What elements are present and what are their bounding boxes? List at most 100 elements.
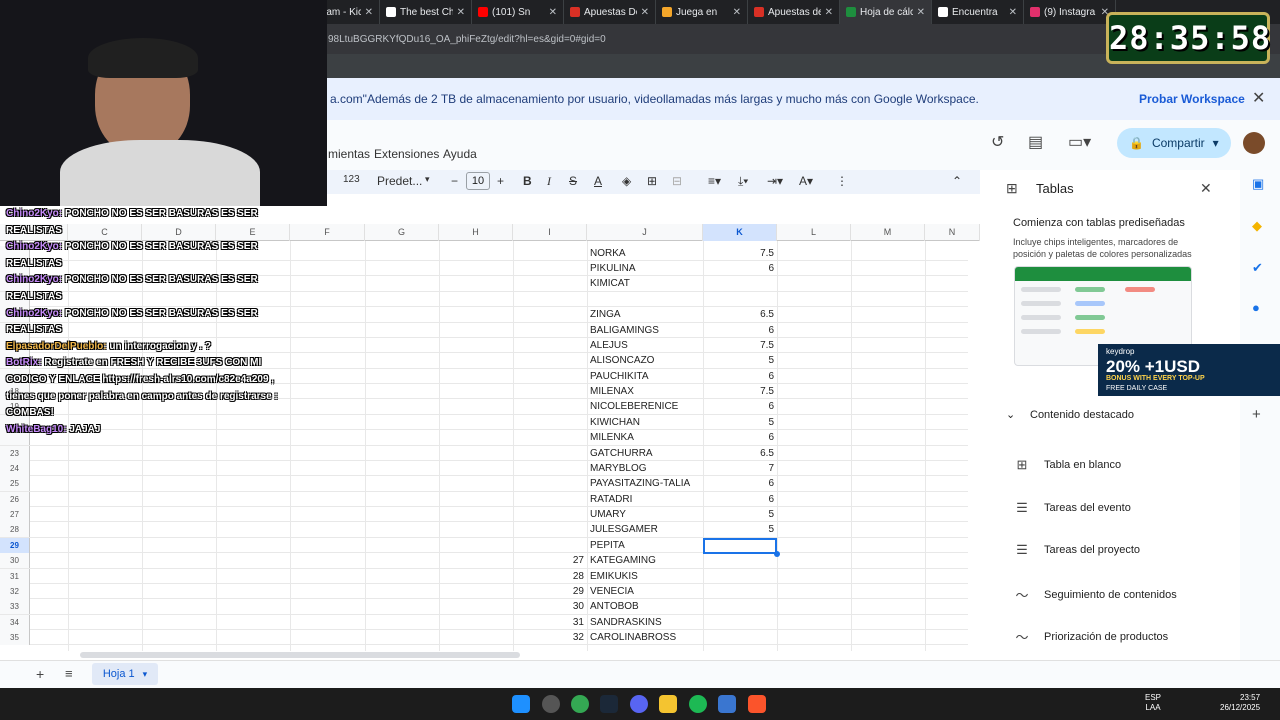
cell-name[interactable]: KATEGAMING (590, 553, 702, 568)
row-number[interactable]: 23 (0, 445, 30, 461)
row-number[interactable]: 34 (0, 614, 30, 630)
cell-name[interactable]: UMARY (590, 507, 702, 522)
cell-name[interactable]: ANTOBOB (590, 599, 702, 614)
row-number[interactable]: 27 (0, 507, 30, 523)
cell-score[interactable]: 7.5 (703, 384, 777, 399)
all-sheets-icon[interactable]: ≡ (65, 666, 73, 681)
font-size-input[interactable]: 10 (466, 172, 490, 190)
cell-name[interactable]: RATADRI (590, 492, 702, 507)
history-icon[interactable]: ↺ (991, 132, 1004, 152)
calendar-icon[interactable]: ▣ (1252, 176, 1264, 192)
cell-name[interactable]: KIWICHAN (590, 415, 702, 430)
cell-name[interactable]: ZINGA (590, 307, 702, 322)
cell-name[interactable]: PAYASITAZING-TALIA (590, 476, 702, 491)
column-header[interactable]: G (365, 224, 439, 241)
browser-tab[interactable]: (9) Instagra ✕ (1024, 0, 1116, 24)
cell-score[interactable]: 7 (703, 461, 777, 476)
cell-score[interactable]: 6 (703, 369, 777, 384)
close-tab-icon[interactable]: ✕ (641, 7, 649, 18)
template-content-tracking[interactable]: 〜 Seguimiento de contenidos (1014, 585, 1176, 604)
table-row[interactable]: 26 RATADRI 6 (0, 491, 968, 508)
cell-i[interactable]: 27 (513, 553, 587, 568)
add-sheet-icon[interactable]: + (36, 666, 44, 682)
vertical-align-icon[interactable]: ⤓▾ (738, 174, 748, 189)
cell-name[interactable]: ALISONCAZO (590, 353, 702, 368)
column-header[interactable]: L (777, 224, 851, 241)
cell-score[interactable]: 6 (703, 323, 777, 338)
column-header[interactable]: J (587, 224, 703, 241)
cell-name[interactable]: PIKULINA (590, 261, 702, 276)
row-number[interactable]: 31 (0, 568, 30, 584)
close-icon[interactable]: ✕ (1200, 180, 1212, 197)
browser-tab[interactable]: Juega en ✕ (656, 0, 748, 24)
table-row[interactable]: 24 MARYBLOG 7 (0, 460, 968, 477)
browser-tab[interactable]: The best Ch ✕ (380, 0, 472, 24)
app-icon[interactable] (542, 695, 560, 713)
calculator-icon[interactable] (718, 695, 736, 713)
cell-name[interactable]: BALIGAMINGS (590, 323, 702, 338)
close-tab-icon[interactable]: ✕ (733, 7, 741, 18)
template-product-prioritization[interactable]: 〜 Priorización de productos (1014, 627, 1168, 646)
add-icon[interactable]: + (1252, 406, 1261, 423)
table-row[interactable]: 27 UMARY 5 (0, 507, 968, 523)
bold-icon[interactable]: B (523, 174, 532, 188)
steam-icon[interactable] (600, 695, 618, 713)
chevron-down-icon[interactable]: ⌄ (1006, 408, 1015, 421)
row-number[interactable]: 29 (0, 537, 30, 553)
table-row[interactable]: 31 28 EMIKUKIS (0, 568, 968, 584)
table-row[interactable]: 32 29 VENECIA (0, 583, 968, 600)
cell-i[interactable]: 31 (513, 615, 587, 630)
text-color-icon[interactable]: A (594, 174, 602, 188)
chrome-icon[interactable] (571, 695, 589, 713)
table-row[interactable]: 23 GATCHURRA 6.5 (0, 445, 968, 461)
avatar[interactable] (1243, 132, 1265, 154)
fill-color-icon[interactable]: ◈ (622, 174, 631, 188)
number-format-button[interactable]: 123 (343, 174, 360, 185)
font-family-select[interactable]: Predet... (377, 174, 422, 188)
start-icon[interactable] (512, 695, 530, 713)
align-icon[interactable]: ≡▾ (708, 174, 721, 188)
cell-i[interactable]: 30 (513, 599, 587, 614)
cell-score[interactable]: 5 (703, 522, 777, 537)
featured-section-title[interactable]: Contenido destacado (1030, 409, 1134, 421)
row-number[interactable]: 28 (0, 522, 30, 538)
cell-name[interactable]: GATCHURRA (590, 446, 702, 461)
close-tab-icon[interactable]: ✕ (549, 7, 557, 18)
cell-name[interactable]: MILENKA (590, 430, 702, 445)
borders-icon[interactable]: ⊞ (647, 174, 657, 188)
template-project-tasks[interactable]: ☰ Tareas del proyecto (1014, 542, 1140, 558)
browser-tab[interactable]: (101) Sn ✕ (472, 0, 564, 24)
cell-i[interactable]: 32 (513, 630, 587, 645)
cell-name[interactable]: VENECIA (590, 584, 702, 599)
share-button[interactable]: 🔒 Compartir ▾ (1117, 128, 1231, 158)
row-number[interactable]: 30 (0, 553, 30, 569)
browser-tab[interactable]: Apuestas De ✕ (564, 0, 656, 24)
keep-icon[interactable]: ◆ (1252, 218, 1262, 234)
cell-name[interactable]: JULESGAMER (590, 522, 702, 537)
table-row[interactable]: 34 31 SANDRASKINS (0, 614, 968, 631)
cell-score[interactable]: 5 (703, 353, 777, 368)
cell-score[interactable]: 6.5 (703, 307, 777, 322)
close-tab-icon[interactable]: ✕ (365, 7, 373, 18)
tasks-icon[interactable]: ✔ (1252, 260, 1263, 276)
cell-name[interactable]: PEPITA (590, 538, 702, 553)
cell-score[interactable]: 5 (703, 415, 777, 430)
close-tab-icon[interactable]: ✕ (825, 7, 833, 18)
italic-icon[interactable]: I (547, 174, 551, 189)
close-tab-icon[interactable]: ✕ (917, 7, 925, 18)
row-number[interactable]: 32 (0, 583, 30, 599)
template-blank-table[interactable]: ⊞ Tabla en blanco (1014, 457, 1122, 473)
brave-icon[interactable] (748, 695, 766, 713)
menu-extensions[interactable]: Extensiones (374, 147, 439, 161)
folder-icon[interactable] (659, 695, 677, 713)
text-wrap-icon[interactable]: ⇥▾ (767, 174, 783, 188)
cell-name[interactable]: ALEJUS (590, 338, 702, 353)
browser-tab[interactable]: Hoja de cálc ✕ (840, 0, 932, 24)
close-tab-icon[interactable]: ✕ (1009, 7, 1017, 18)
cell-score[interactable]: 6 (703, 476, 777, 491)
column-header[interactable]: I (513, 224, 587, 241)
cell-name[interactable]: CAROLINABROSS (590, 630, 702, 645)
close-tab-icon[interactable]: ✕ (457, 7, 465, 18)
increase-font-icon[interactable]: + (497, 174, 504, 188)
cell-score[interactable]: 6.5 (703, 446, 777, 461)
